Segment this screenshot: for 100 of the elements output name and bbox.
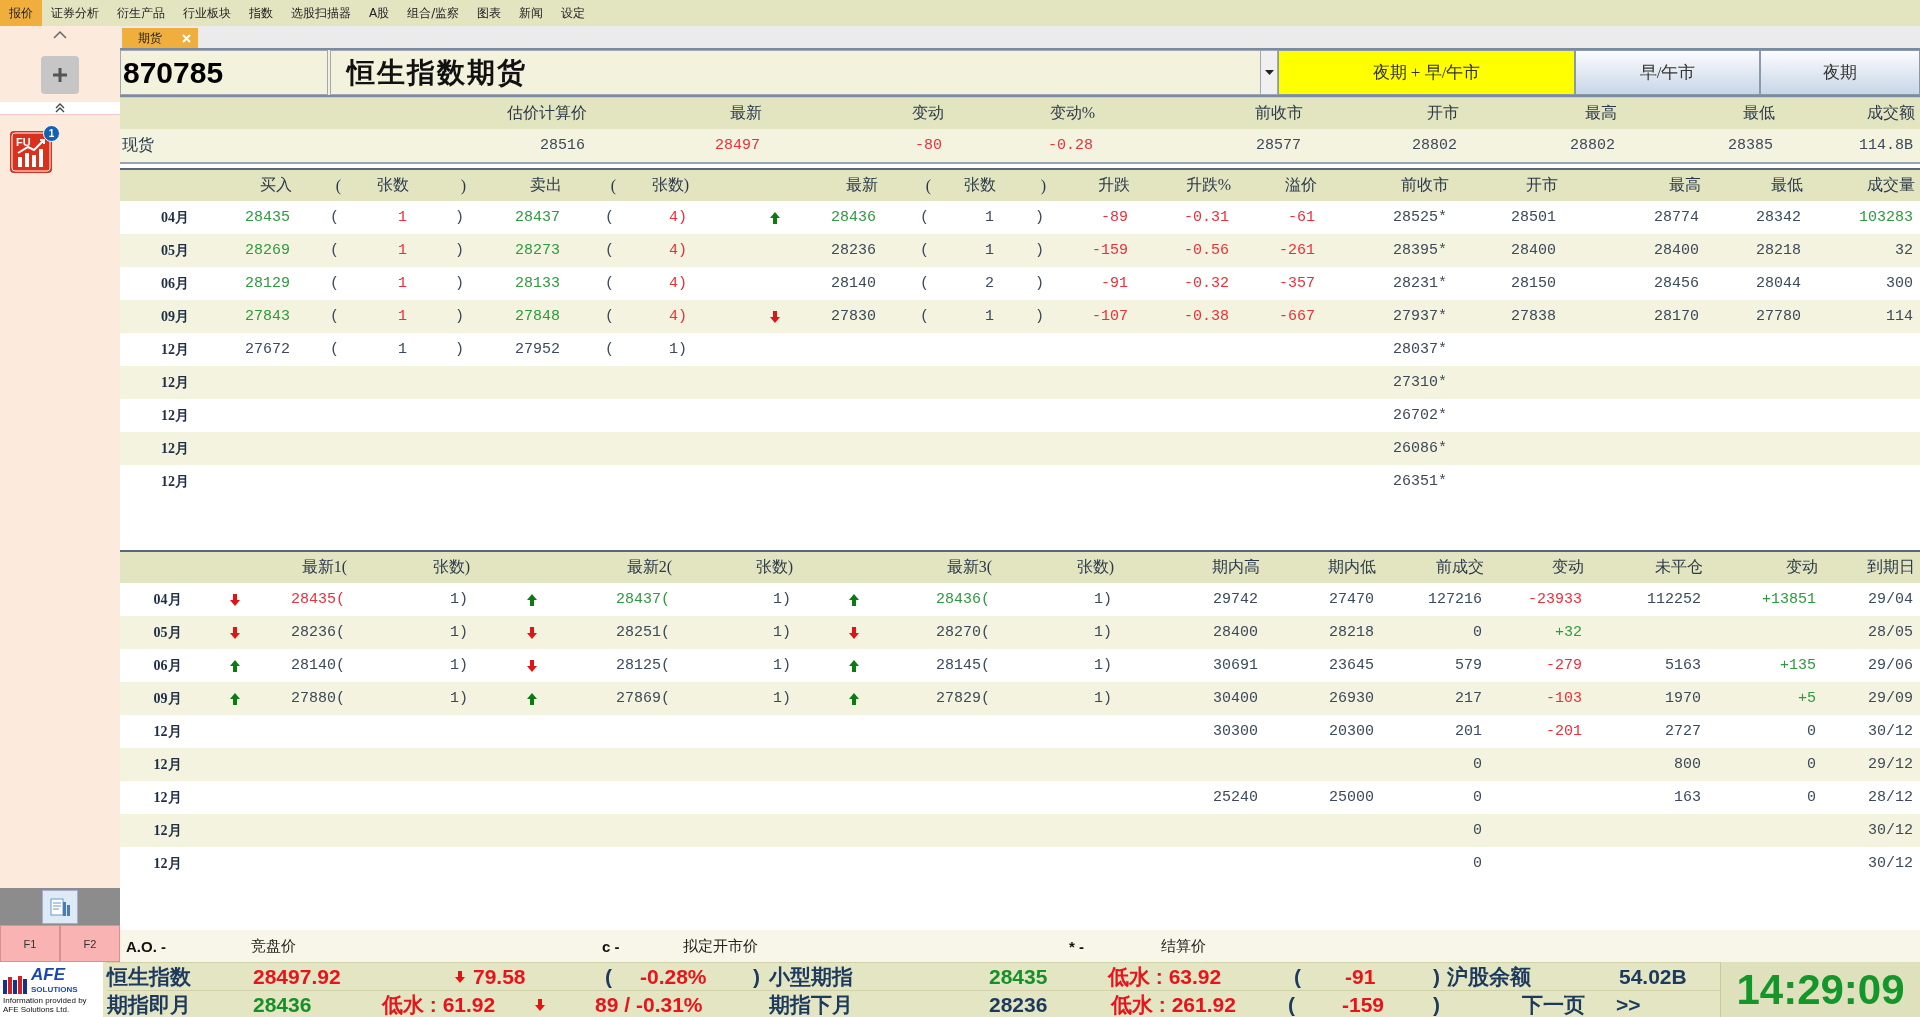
table-cell-text: ( bbox=[329, 275, 340, 292]
column-header: 张数 bbox=[376, 175, 410, 195]
table-cell-text: ) bbox=[454, 341, 465, 358]
column-header: 未平仓 bbox=[1654, 557, 1704, 577]
table-cell-text: 28435( bbox=[290, 591, 346, 608]
menu-item[interactable]: 设定 bbox=[552, 0, 595, 26]
table-cell-text: 201 bbox=[1454, 723, 1483, 740]
table-cell-text: -159 bbox=[1091, 242, 1129, 259]
ticker-value: 79.58 bbox=[473, 964, 526, 989]
table-cell-text: 28133 bbox=[514, 275, 561, 292]
table-cell-text: 1 bbox=[984, 242, 995, 259]
table-cell-text: 28270( bbox=[935, 624, 991, 641]
menu-item[interactable]: A股 bbox=[360, 0, 399, 26]
table-cell-text: ( bbox=[919, 275, 930, 292]
table-cell-text: 4) bbox=[668, 275, 688, 292]
table-cell-text: 1) bbox=[772, 690, 792, 707]
table-cell-text: -279 bbox=[1545, 657, 1583, 674]
ticker-value: 28497.92 bbox=[253, 964, 341, 989]
menu-item[interactable]: 选股扫描器 bbox=[282, 0, 360, 26]
ticker-value: -91 bbox=[1345, 964, 1376, 989]
menu-item[interactable]: 图表 bbox=[468, 0, 511, 26]
table-cell-text: 28400 bbox=[1510, 242, 1557, 259]
table-cell-text: 27672 bbox=[244, 341, 291, 358]
ticker-value: ( bbox=[1294, 964, 1301, 989]
table-cell-text: 1) bbox=[772, 591, 792, 608]
table-cell-text: ( bbox=[604, 242, 615, 259]
table-cell-text: 27829( bbox=[935, 690, 991, 707]
table-cell-text: +32 bbox=[1554, 624, 1583, 641]
add-button[interactable] bbox=[41, 56, 79, 94]
table-cell-text: 28269 bbox=[244, 242, 291, 259]
document-icon bbox=[49, 895, 71, 918]
tab[interactable]: 期货 bbox=[122, 28, 198, 48]
clock: 14:29:09 bbox=[1720, 962, 1920, 1017]
table-cell-text: 28497 bbox=[714, 137, 761, 154]
column-header: ( bbox=[609, 176, 617, 195]
app-icon[interactable] bbox=[10, 131, 52, 173]
table-cell-text: 127216 bbox=[1427, 591, 1483, 608]
table-cell-text: ) bbox=[1034, 242, 1045, 259]
table-cell-text: 28251( bbox=[615, 624, 671, 641]
table-cell-text: 26930 bbox=[1328, 690, 1375, 707]
table-cell-text: 27843 bbox=[244, 308, 291, 325]
table-cell-text: -103 bbox=[1545, 690, 1583, 707]
menu-item[interactable]: 组合/监察 bbox=[398, 0, 469, 26]
table-cell-text: 2727 bbox=[1664, 723, 1702, 740]
table-cell-text: 28236 bbox=[830, 242, 877, 259]
table-cell-text: 27880( bbox=[290, 690, 346, 707]
table-cell-text: 28802 bbox=[1411, 137, 1458, 154]
legend-symbol: c - bbox=[602, 937, 621, 955]
table-cell-text: ) bbox=[454, 209, 465, 226]
table-cell-text: +5 bbox=[1797, 690, 1817, 707]
table-cell-text: 114 bbox=[1885, 308, 1914, 325]
table-cell-text: 28525* bbox=[1392, 209, 1448, 226]
table-cell-text: 28129 bbox=[244, 275, 291, 292]
table-cell-text: 0 bbox=[1472, 756, 1483, 773]
table-cell-text: 28802 bbox=[1569, 137, 1616, 154]
table-cell-text: 1 bbox=[397, 341, 408, 358]
table-cell-text: 28044 bbox=[1755, 275, 1802, 292]
notification-badge: 1 bbox=[43, 125, 60, 142]
table-cell-text: 1) bbox=[1093, 690, 1113, 707]
session-button[interactable]: 夜期 + 早/午市 bbox=[1278, 50, 1575, 95]
logo-subtitle: SOLUTIONS bbox=[31, 985, 78, 994]
table-cell-text: 5163 bbox=[1664, 657, 1702, 674]
menu-item[interactable]: 新闻 bbox=[510, 0, 553, 26]
menu-item[interactable]: 报价 bbox=[0, 0, 42, 26]
table-cell-text: 0 bbox=[1472, 822, 1483, 839]
table-cell-text: 28456 bbox=[1653, 275, 1700, 292]
column-header: 张数 bbox=[963, 175, 997, 195]
menu-item[interactable]: 证券分析 bbox=[42, 0, 108, 26]
name-field[interactable]: 恒生指数期货 bbox=[330, 50, 1260, 95]
table-cell-text: 29/04 bbox=[1867, 591, 1914, 608]
month-label: 04月 bbox=[152, 590, 183, 609]
ticker-value: 低水 : 261.92 bbox=[1111, 991, 1236, 1017]
code-field[interactable]: 870785 bbox=[120, 50, 328, 95]
dropdown-button[interactable] bbox=[1260, 50, 1278, 95]
column-header: 变动 bbox=[911, 103, 945, 123]
function-key[interactable]: F1 bbox=[0, 925, 60, 962]
table-cell-text: +135 bbox=[1779, 657, 1817, 674]
table-cell-text: 29/12 bbox=[1867, 756, 1914, 773]
document-button[interactable] bbox=[42, 889, 78, 924]
table-cell-text: -89 bbox=[1100, 209, 1129, 226]
table-cell-text: 28218 bbox=[1328, 624, 1375, 641]
table-cell-text: ) bbox=[454, 242, 465, 259]
tab-label[interactable]: 期货 bbox=[138, 29, 162, 47]
double-caret-icon[interactable] bbox=[55, 103, 65, 113]
table-cell-text: 32 bbox=[1894, 242, 1914, 259]
table-cell-text: 1) bbox=[772, 657, 792, 674]
ticker-value: 低水 : 61.92 bbox=[382, 991, 496, 1017]
table-cell-text: 1 bbox=[397, 209, 408, 226]
menu-item[interactable]: 行业板块 bbox=[174, 0, 240, 26]
menu-item[interactable]: 指数 bbox=[240, 0, 282, 26]
session-button[interactable]: 夜期 bbox=[1760, 50, 1920, 95]
table-cell-text: ) bbox=[1034, 209, 1045, 226]
function-key[interactable]: F2 bbox=[60, 925, 120, 962]
ticker-value: 小型期指 bbox=[769, 963, 853, 990]
table-cell-text: 1) bbox=[1093, 657, 1113, 674]
menu-item[interactable]: 衍生产品 bbox=[108, 0, 174, 26]
table-cell-text: 1) bbox=[449, 690, 469, 707]
table-cell-text: 1) bbox=[449, 657, 469, 674]
session-button[interactable]: 早/午市 bbox=[1575, 50, 1760, 95]
ticker-value: -0.28% bbox=[640, 964, 707, 989]
